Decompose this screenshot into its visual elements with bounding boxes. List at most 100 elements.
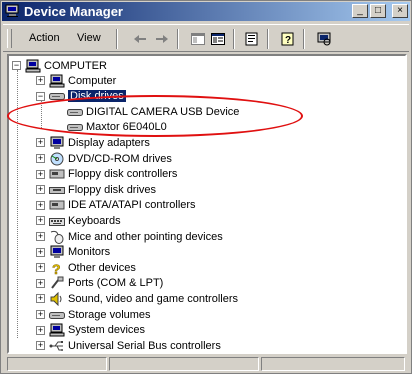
console-tree-icon <box>191 33 205 45</box>
tree-category[interactable]: + Universal Serial Bus controllers <box>36 338 221 352</box>
maximize-icon: □ <box>374 5 382 16</box>
expand-icon[interactable]: + <box>36 169 45 179</box>
expand-icon[interactable]: + <box>36 247 45 257</box>
computer-icon <box>25 59 41 73</box>
svg-text:?: ? <box>285 35 291 46</box>
tree-root-label: COMPUTER <box>44 59 107 72</box>
tree-item-label: IDE ATA/ATAPI controllers <box>68 199 196 212</box>
monitor-icon <box>49 245 65 259</box>
back-button[interactable] <box>131 30 149 48</box>
tree-item-label: System devices <box>68 324 146 337</box>
expand-icon[interactable]: + <box>36 263 45 273</box>
tree-category[interactable]: + Floppy disk drives <box>36 182 156 197</box>
tree-category[interactable]: + Floppy disk controllers <box>36 167 177 182</box>
device-manager-window: Device Manager _ □ × Action View ? − COM… <box>0 0 412 374</box>
question-icon: ? <box>49 261 65 275</box>
tree-category[interactable]: + Computer <box>36 73 116 88</box>
menu-view[interactable]: View <box>77 32 101 44</box>
tree-category[interactable]: + DVD/CD-ROM drives <box>36 151 172 166</box>
scan-hardware-button[interactable] <box>315 30 333 48</box>
computer-icon <box>49 323 65 337</box>
tree-category[interactable]: + Display adapters <box>36 135 150 150</box>
tree-root[interactable]: − COMPUTER <box>12 58 107 73</box>
status-pane <box>261 357 405 371</box>
expand-icon[interactable]: + <box>36 138 45 148</box>
monitor-icon <box>49 136 65 150</box>
help-button[interactable]: ? <box>279 30 297 48</box>
controller-icon <box>49 198 65 212</box>
computer-icon <box>49 74 65 88</box>
expand-icon[interactable]: + <box>36 310 45 319</box>
details-icon <box>211 33 225 45</box>
tree-item-label: Storage volumes <box>68 308 151 321</box>
expand-icon[interactable]: + <box>36 294 45 304</box>
tree-item-label: Mice and other pointing devices <box>68 230 223 243</box>
status-bar <box>7 357 405 373</box>
tree-category[interactable]: + Keyboards <box>36 213 121 228</box>
tree-category[interactable]: + System devices <box>36 323 145 338</box>
forward-icon <box>156 35 168 43</box>
svg-text:?: ? <box>52 261 61 275</box>
tree-item-label: Monitors <box>68 246 111 259</box>
tree-category[interactable]: + IDE ATA/ATAPI controllers <box>36 198 196 213</box>
tree-category[interactable]: + Monitors <box>36 245 110 260</box>
window-title: Device Manager <box>24 4 123 19</box>
tree-category[interactable]: +? Other devices <box>36 260 136 275</box>
expand-icon[interactable]: + <box>36 76 45 85</box>
status-pane <box>7 357 107 371</box>
details-button[interactable] <box>209 30 227 48</box>
expand-icon[interactable]: + <box>36 341 45 351</box>
menu-action[interactable]: Action <box>29 32 60 44</box>
expand-icon[interactable]: + <box>36 278 45 288</box>
tree-category[interactable]: + Sound, video and game controllers <box>36 291 238 306</box>
collapse-icon[interactable]: − <box>12 61 21 70</box>
title-bar[interactable]: Device Manager _ □ × <box>2 2 410 21</box>
tree-item-label: Floppy disk controllers <box>68 168 178 181</box>
cdrom-icon <box>49 152 65 166</box>
controller-icon <box>49 167 65 181</box>
tree-category[interactable]: + Mice and other pointing devices <box>36 229 223 244</box>
tree-category[interactable]: + Ports (COM & LPT) <box>36 276 163 291</box>
help-icon: ? <box>281 32 294 46</box>
annotation-ellipse <box>7 95 303 137</box>
scan-hardware-icon <box>317 32 331 46</box>
toolbar-separator <box>233 29 235 49</box>
device-manager-icon <box>5 4 19 17</box>
tree-category[interactable]: + Storage volumes <box>36 307 151 322</box>
expand-icon[interactable]: + <box>36 325 45 335</box>
tree-item-label: Sound, video and game controllers <box>68 292 238 305</box>
back-icon <box>134 35 146 43</box>
forward-button[interactable] <box>153 30 171 48</box>
toolbar-separator <box>267 29 269 49</box>
minimize-button[interactable]: _ <box>352 4 368 18</box>
expand-icon[interactable]: + <box>36 154 45 163</box>
console-tree-button[interactable] <box>189 30 207 48</box>
tree-item-label: Keyboards <box>68 214 121 227</box>
tree-item-label: Floppy disk drives <box>68 183 157 196</box>
properties-icon <box>245 32 258 46</box>
status-pane <box>109 357 259 371</box>
toolbar-grip[interactable] <box>7 29 12 48</box>
expand-icon[interactable]: + <box>36 185 45 195</box>
keyboard-icon <box>49 214 65 228</box>
collapse-icon[interactable]: − <box>36 91 45 101</box>
expand-icon[interactable]: + <box>36 200 45 210</box>
toolbar-separator <box>177 29 179 49</box>
tree-item-label: Other devices <box>68 261 136 274</box>
tree-item-label: Universal Serial Bus controllers <box>68 339 221 352</box>
tree-item-label: Display adapters <box>68 136 150 149</box>
speaker-icon <box>49 291 65 306</box>
expand-icon[interactable]: + <box>36 216 45 226</box>
tree-item-label: Ports (COM & LPT) <box>68 277 164 290</box>
close-button[interactable]: × <box>392 4 408 18</box>
floppy-icon <box>49 183 65 197</box>
close-icon: × <box>397 5 403 16</box>
expand-icon[interactable]: + <box>36 232 45 241</box>
toolbar: Action View ? <box>3 24 409 52</box>
maximize-button[interactable]: □ <box>370 4 386 18</box>
tree-item-label: DVD/CD-ROM drives <box>68 152 172 165</box>
minimize-icon: _ <box>357 5 363 16</box>
properties-button[interactable] <box>243 30 261 48</box>
tree-item-label: Computer <box>68 74 117 87</box>
usb-icon <box>49 339 65 352</box>
